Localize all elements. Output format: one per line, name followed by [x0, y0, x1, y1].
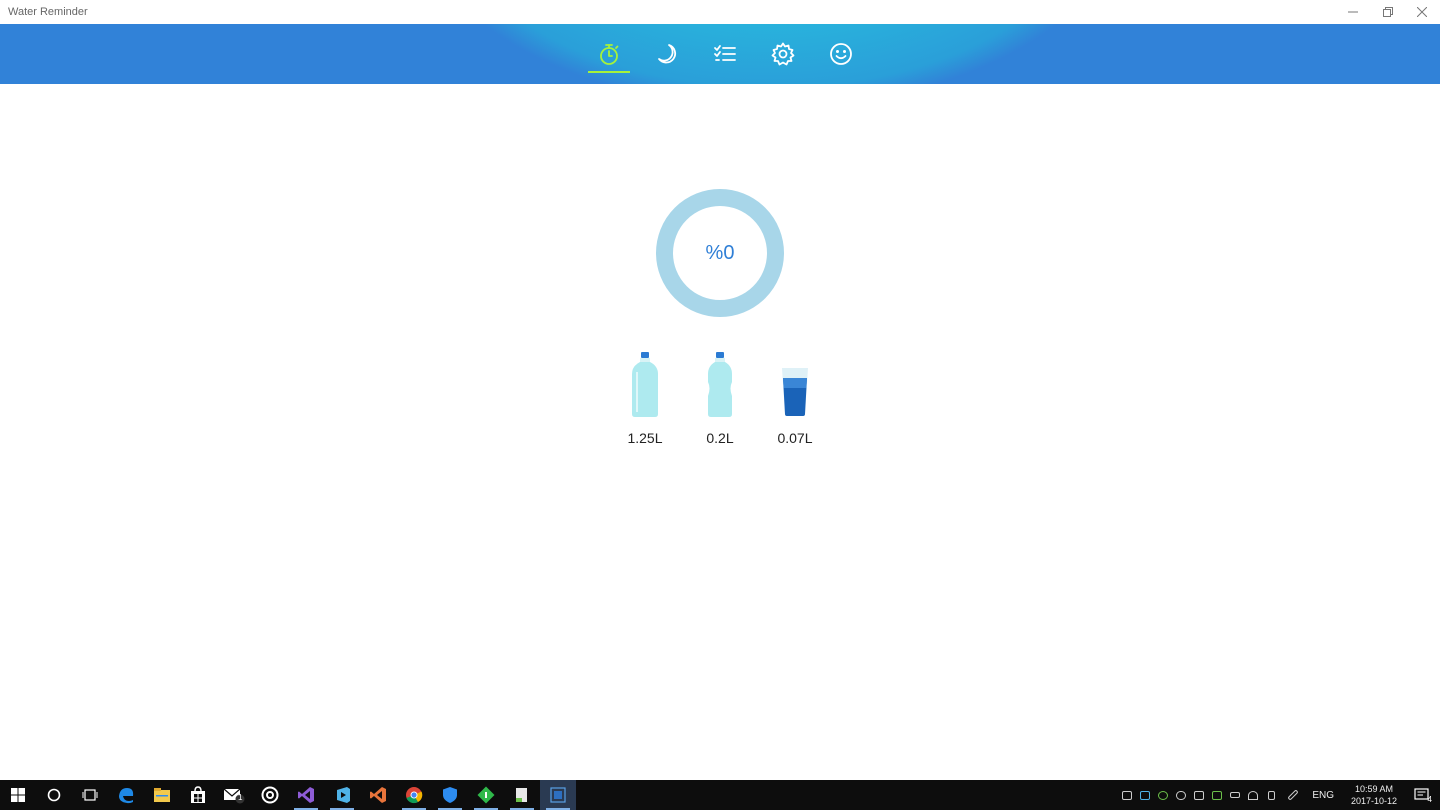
title-bar: Water Reminder [0, 0, 1440, 24]
taskbar-file-explorer[interactable] [144, 780, 180, 810]
system-tray: ENG 10:59 AM 2017-10-12 4 [1118, 780, 1440, 810]
language-indicator[interactable]: ENG [1306, 790, 1344, 801]
minimize-icon [1348, 11, 1358, 13]
tray-icon-3[interactable] [1154, 780, 1172, 810]
tray-icon-6[interactable] [1208, 780, 1226, 810]
app-header [0, 24, 1440, 84]
nav-history[interactable] [696, 24, 754, 84]
taskbar-defender[interactable] [432, 780, 468, 810]
cortana-button[interactable] [36, 780, 72, 810]
pen-icon[interactable] [1280, 780, 1306, 810]
restore-button[interactable] [1371, 0, 1405, 24]
taskbar-chrome[interactable] [396, 780, 432, 810]
taskbar-mail[interactable]: 1 [216, 780, 252, 810]
clock[interactable]: 10:59 AM 2017-10-12 [1344, 783, 1404, 807]
main-nav [580, 24, 870, 84]
store-icon [191, 786, 205, 803]
taskbar-groove[interactable] [252, 780, 288, 810]
taskbar-store[interactable] [180, 780, 216, 810]
task-view-icon [82, 789, 98, 801]
restore-icon [1383, 7, 1393, 17]
taskbar-vs[interactable] [360, 780, 396, 810]
app-notepad-icon [516, 788, 527, 802]
clock-date: 2017-10-12 [1350, 796, 1398, 806]
tray-icon-1[interactable] [1118, 780, 1136, 810]
defender-icon [443, 787, 457, 803]
progress-percent: %0 [705, 241, 735, 264]
task-view-button[interactable] [72, 780, 108, 810]
nav-timer[interactable] [580, 24, 638, 84]
cortana-icon [47, 788, 61, 802]
gear-icon [771, 42, 795, 66]
taskbar-notepad-app[interactable] [504, 780, 540, 810]
small-bottle-icon [708, 352, 732, 417]
tray-icon-2[interactable] [1136, 780, 1154, 810]
visual-studio-icon [298, 787, 314, 803]
onedrive-icon[interactable] [1172, 780, 1190, 810]
glass-icon [782, 368, 808, 416]
nav-sleep[interactable] [638, 24, 696, 84]
minimize-button[interactable] [1336, 0, 1370, 24]
drink-small-bottle[interactable]: 0.2L [685, 352, 755, 446]
taskbar-green-app[interactable] [468, 780, 504, 810]
app-green-icon [477, 786, 495, 804]
vs-icon [370, 787, 386, 803]
groove-icon [261, 786, 279, 804]
drink-large-bottle[interactable]: 1.25L [610, 352, 680, 446]
drink-glass[interactable]: 0.07L [760, 352, 830, 446]
visual-studio-code-icon [337, 787, 350, 803]
windows-taskbar: 1 ENG 10:59 AM 2017-10-12 4 [0, 780, 1440, 810]
drink-amount: 1.25L [627, 430, 663, 446]
notification-count: 4 [1427, 795, 1432, 804]
taskbar-visual-studio[interactable] [288, 780, 324, 810]
drink-amount: 0.07L [777, 430, 813, 446]
close-icon [1417, 7, 1427, 17]
taskbar-vs-code[interactable] [324, 780, 360, 810]
drink-options: 1.25L 0.2L 0.07L [610, 352, 830, 446]
large-bottle-icon [632, 352, 658, 417]
chrome-icon [406, 787, 423, 804]
taskbar-edge[interactable] [108, 780, 144, 810]
volume-icon[interactable] [1262, 780, 1280, 810]
smiley-icon [830, 43, 852, 65]
window-title: Water Reminder [8, 6, 88, 18]
taskbar-water-reminder[interactable] [540, 780, 576, 810]
start-button[interactable] [0, 780, 36, 810]
start-icon [11, 788, 25, 802]
drink-amount: 0.2L [706, 430, 734, 446]
mail-badge: 1 [238, 793, 243, 802]
nav-settings[interactable] [754, 24, 812, 84]
nav-about[interactable] [812, 24, 870, 84]
tray-icon-5[interactable] [1190, 780, 1208, 810]
battery-icon[interactable] [1226, 780, 1244, 810]
file-explorer-icon [154, 788, 170, 802]
close-button[interactable] [1405, 0, 1439, 24]
stopwatch-icon [600, 44, 619, 65]
moon-icon [658, 44, 677, 64]
action-center-button[interactable]: 4 [1404, 780, 1440, 810]
edge-icon [119, 788, 134, 804]
water-reminder-icon [550, 787, 566, 803]
wifi-icon[interactable] [1244, 780, 1262, 810]
clock-time: 10:59 AM [1354, 784, 1394, 794]
checklist-icon [714, 45, 736, 61]
